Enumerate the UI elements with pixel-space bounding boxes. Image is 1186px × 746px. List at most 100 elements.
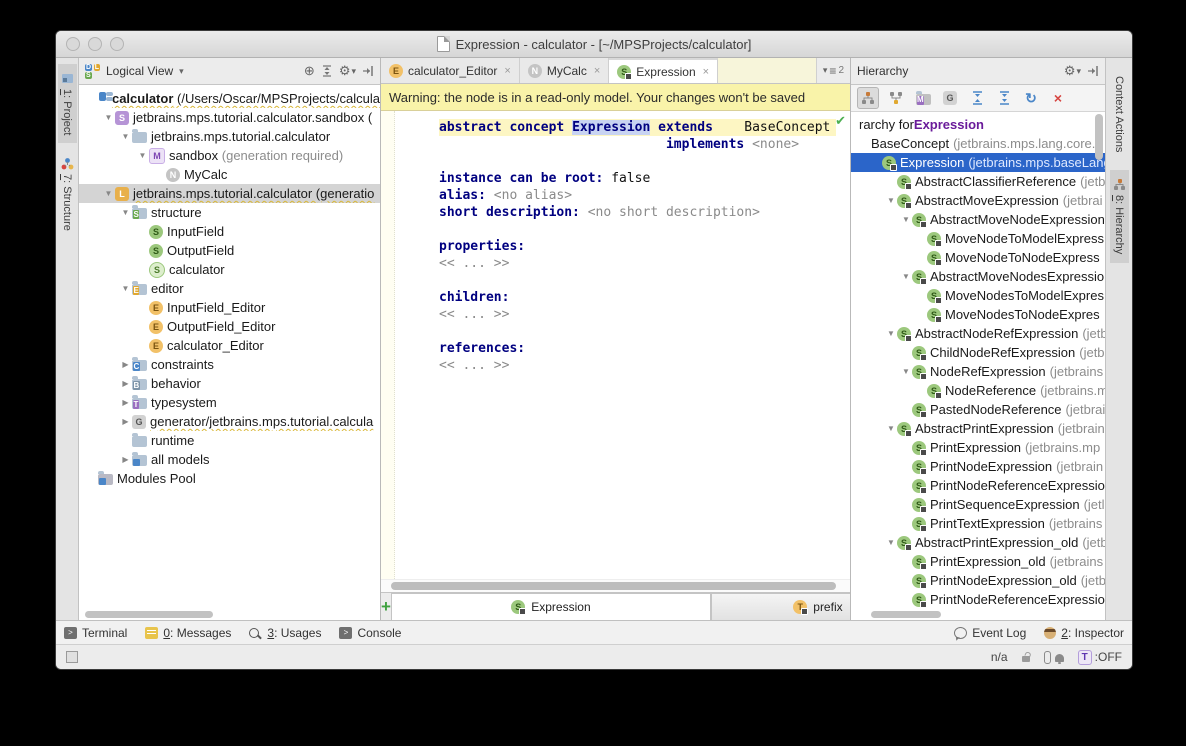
chevron-expanded-icon[interactable]: ▼	[119, 284, 132, 293]
generator-icon[interactable]: G	[940, 88, 960, 108]
typesystem-indicator-icon[interactable]: T	[1078, 650, 1092, 665]
toolwindow-tab-1-project[interactable]: 1: Project	[58, 64, 77, 143]
close-window-icon[interactable]	[66, 37, 80, 51]
tree-item-modules-pool[interactable]: Modules Pool	[79, 469, 380, 488]
hierarchy-item-abstractmoveexpression[interactable]: ▼SAbstractMoveExpression(jetbrai	[851, 191, 1105, 210]
tree-item-calculator[interactable]: Scalculator	[79, 260, 380, 279]
tree-item-structure[interactable]: ▼Sstructure	[79, 203, 380, 222]
chevron-collapsed-icon[interactable]: ▶	[119, 398, 132, 407]
hierarchy-item-movenodetomodelexpress[interactable]: SMoveNodeToModelExpress	[851, 229, 1105, 248]
close-icon[interactable]: ×	[1048, 88, 1068, 108]
toolwindow-tab-7-structure[interactable]: 7: Structure	[58, 149, 77, 239]
subtype-hierarchy-icon[interactable]	[857, 87, 879, 109]
hierarchy-item-abstractprintexpression-old[interactable]: ▼SAbstractPrintExpression_old(jetb	[851, 533, 1105, 552]
chevron-collapsed-icon[interactable]: ▶	[119, 360, 132, 369]
tree-item-jetbrains-mps-tutorial-calculator-sandbo[interactable]: ▼Sjetbrains.mps.tutorial.calculator.sand…	[79, 108, 380, 127]
chevron-expanded-icon[interactable]: ▼	[119, 132, 132, 141]
tree-item-calculator-editor[interactable]: Ecalculator_Editor	[79, 336, 380, 355]
toolwindow-button-3-usages[interactable]: 3: Usages	[249, 626, 321, 640]
hierarchy-item-abstractmovenodesexpressio[interactable]: ▼SAbstractMoveNodesExpressio	[851, 267, 1105, 286]
toolwindow-button-console[interactable]: >Console	[339, 626, 401, 640]
clip-icon[interactable]	[1044, 651, 1051, 664]
tree-item-outputfield[interactable]: SOutputField	[79, 241, 380, 260]
hide-panel-icon[interactable]	[362, 65, 374, 77]
expand-all-icon[interactable]	[967, 88, 987, 108]
tree-item-mycalc[interactable]: NMyCalc	[79, 165, 380, 184]
refresh-icon[interactable]: ↻	[1021, 88, 1041, 108]
hierarchy-item-printnodereferenceexpressio[interactable]: SPrintNodeReferenceExpressio	[851, 476, 1105, 495]
add-editor-tab-button[interactable]: +	[381, 593, 391, 620]
hierarchy-item-pastednodereference[interactable]: SPastedNodeReference(jetbrai	[851, 400, 1105, 419]
hierarchy-item-printnodeexpression[interactable]: SPrintNodeExpression(jetbrain	[851, 457, 1105, 476]
chevron-down-icon[interactable]: ▾	[179, 66, 184, 77]
inspection-ok-icon[interactable]: ✔	[835, 113, 846, 129]
chevron-expanded-icon[interactable]: ▼	[885, 196, 897, 205]
hierarchy-item-nodereference[interactable]: SNodeReference(jetbrains.m	[851, 381, 1105, 400]
tree-item-calculator[interactable]: calculator (/Users/Oscar/MPSProjects/cal…	[79, 89, 380, 108]
hierarchy-item-abstractnoderefexpression[interactable]: ▼SAbstractNodeRefExpression(jetb	[851, 324, 1105, 343]
hierarchy-item-baseconcept[interactable]: BaseConcept(jetbrains.mps.lang.core.s	[851, 134, 1105, 153]
toolwindow-button-0-messages[interactable]: 0: Messages	[145, 626, 231, 640]
tab-list-dropdown[interactable]: ▾ ≡ 2	[816, 58, 850, 83]
editor-tab-calculator-editor[interactable]: Ecalculator_Editor×	[381, 58, 520, 83]
tree-item-runtime[interactable]: runtime	[79, 431, 380, 450]
hierarchy-hscrollbar[interactable]	[851, 609, 1105, 620]
aspect-tab-expression[interactable]: SExpression	[391, 593, 711, 620]
zoom-window-icon[interactable]	[110, 37, 124, 51]
project-hscrollbar[interactable]	[79, 609, 380, 620]
editor-tab-mycalc[interactable]: NMyCalc×	[520, 58, 609, 83]
tree-item-outputfield-editor[interactable]: EOutputField_Editor	[79, 317, 380, 336]
hierarchy-item-printsequenceexpression[interactable]: SPrintSequenceExpression(jetl	[851, 495, 1105, 514]
tree-item-behavior[interactable]: ▶Bbehavior	[79, 374, 380, 393]
chevron-expanded-icon[interactable]: ▼	[900, 215, 912, 224]
hierarchy-vscrollbar[interactable]	[1095, 114, 1104, 160]
hierarchy-item-noderefexpression[interactable]: ▼SNodeRefExpression(jetbrains	[851, 362, 1105, 381]
tree-item-inputfield-editor[interactable]: EInputField_Editor	[79, 298, 380, 317]
toolwindow-tab-8-hierarchy[interactable]: 8: Hierarchy	[1110, 170, 1129, 262]
collapse-all-icon[interactable]	[994, 88, 1014, 108]
chevron-expanded-icon[interactable]: ▼	[136, 151, 149, 160]
chevron-expanded-icon[interactable]: ▼	[102, 113, 115, 122]
chevron-expanded-icon[interactable]: ▼	[900, 272, 912, 281]
editor-code[interactable]: abstract concept Expression extends Base…	[395, 111, 850, 579]
editor-tab-expression[interactable]: SExpression×	[609, 58, 718, 83]
chevron-expanded-icon[interactable]: ▼	[885, 424, 897, 433]
toolwindow-tab-context-actions[interactable]: Context Actions	[1110, 68, 1128, 160]
chevron-expanded-icon[interactable]: ▼	[885, 538, 897, 547]
toolwindow-toggle-icon[interactable]	[66, 651, 78, 663]
chevron-collapsed-icon[interactable]: ▶	[119, 379, 132, 388]
hierarchy-item-abstractprintexpression[interactable]: ▼SAbstractPrintExpression(jetbrain	[851, 419, 1105, 438]
gear-icon[interactable]: ⚙▾	[1064, 63, 1081, 79]
tree-item-all-models[interactable]: ▶all models	[79, 450, 380, 469]
tree-item-inputfield[interactable]: SInputField	[79, 222, 380, 241]
concept-editor[interactable]: abstract concept Expression extends Base…	[381, 111, 850, 579]
hierarchy-item-movenodestonodeexpres[interactable]: SMoveNodesToNodeExpres	[851, 305, 1105, 324]
tree-item-jetbrains-mps-tutorial-calculator[interactable]: ▼jetbrains.mps.tutorial.calculator	[79, 127, 380, 146]
supertype-hierarchy-icon[interactable]	[886, 88, 906, 108]
tree-item-editor[interactable]: ▼Eeditor	[79, 279, 380, 298]
close-tab-icon[interactable]: ×	[594, 65, 600, 77]
tree-item-generator-jetbrains-mps-tutorial-calcula[interactable]: ▶Ggenerator/jetbrains.mps.tutorial.calcu…	[79, 412, 380, 431]
hierarchy-item-abstractclassifierreference[interactable]: SAbstractClassifierReference(jetb	[851, 172, 1105, 191]
view-selector[interactable]: Logical View	[106, 64, 173, 78]
toolwindow-button-event-log[interactable]: Event Log	[954, 626, 1026, 640]
tree-item-jetbrains-mps-tutorial-calculator-genera[interactable]: ▼Ljetbrains.mps.tutorial.calculator (gen…	[79, 184, 380, 203]
hierarchy-item-printtextexpression[interactable]: SPrintTextExpression(jetbrains	[851, 514, 1105, 533]
hierarchy-item-printnodereferenceexpressio[interactable]: SPrintNodeReferenceExpressio	[851, 590, 1105, 609]
hide-panel-icon[interactable]	[1087, 65, 1099, 77]
minimize-window-icon[interactable]	[88, 37, 102, 51]
close-tab-icon[interactable]: ×	[504, 65, 510, 77]
tree-item-typesystem[interactable]: ▶Ttypesystem	[79, 393, 380, 412]
collapse-all-icon[interactable]	[321, 65, 333, 77]
hierarchy-item-movenodetonodeexpress[interactable]: SMoveNodeToNodeExpress	[851, 248, 1105, 267]
toolwindow-button-2-inspector[interactable]: 2: Inspector	[1044, 626, 1124, 640]
chevron-collapsed-icon[interactable]: ▶	[119, 417, 132, 426]
tree-item-sandbox[interactable]: ▼Msandbox (generation required)	[79, 146, 380, 165]
hierarchy-item-printnodeexpression-old[interactable]: SPrintNodeExpression_old(jetb	[851, 571, 1105, 590]
tree-item-constraints[interactable]: ▶Cconstraints	[79, 355, 380, 374]
hierarchy-item-childnoderefexpression[interactable]: SChildNodeRefExpression(jetb	[851, 343, 1105, 362]
chevron-collapsed-icon[interactable]: ▶	[119, 455, 132, 464]
chevron-expanded-icon[interactable]: ▼	[119, 208, 132, 217]
model-folder-icon[interactable]: M	[913, 88, 933, 108]
hierarchy-item-printexpression[interactable]: SPrintExpression(jetbrains.mp	[851, 438, 1105, 457]
